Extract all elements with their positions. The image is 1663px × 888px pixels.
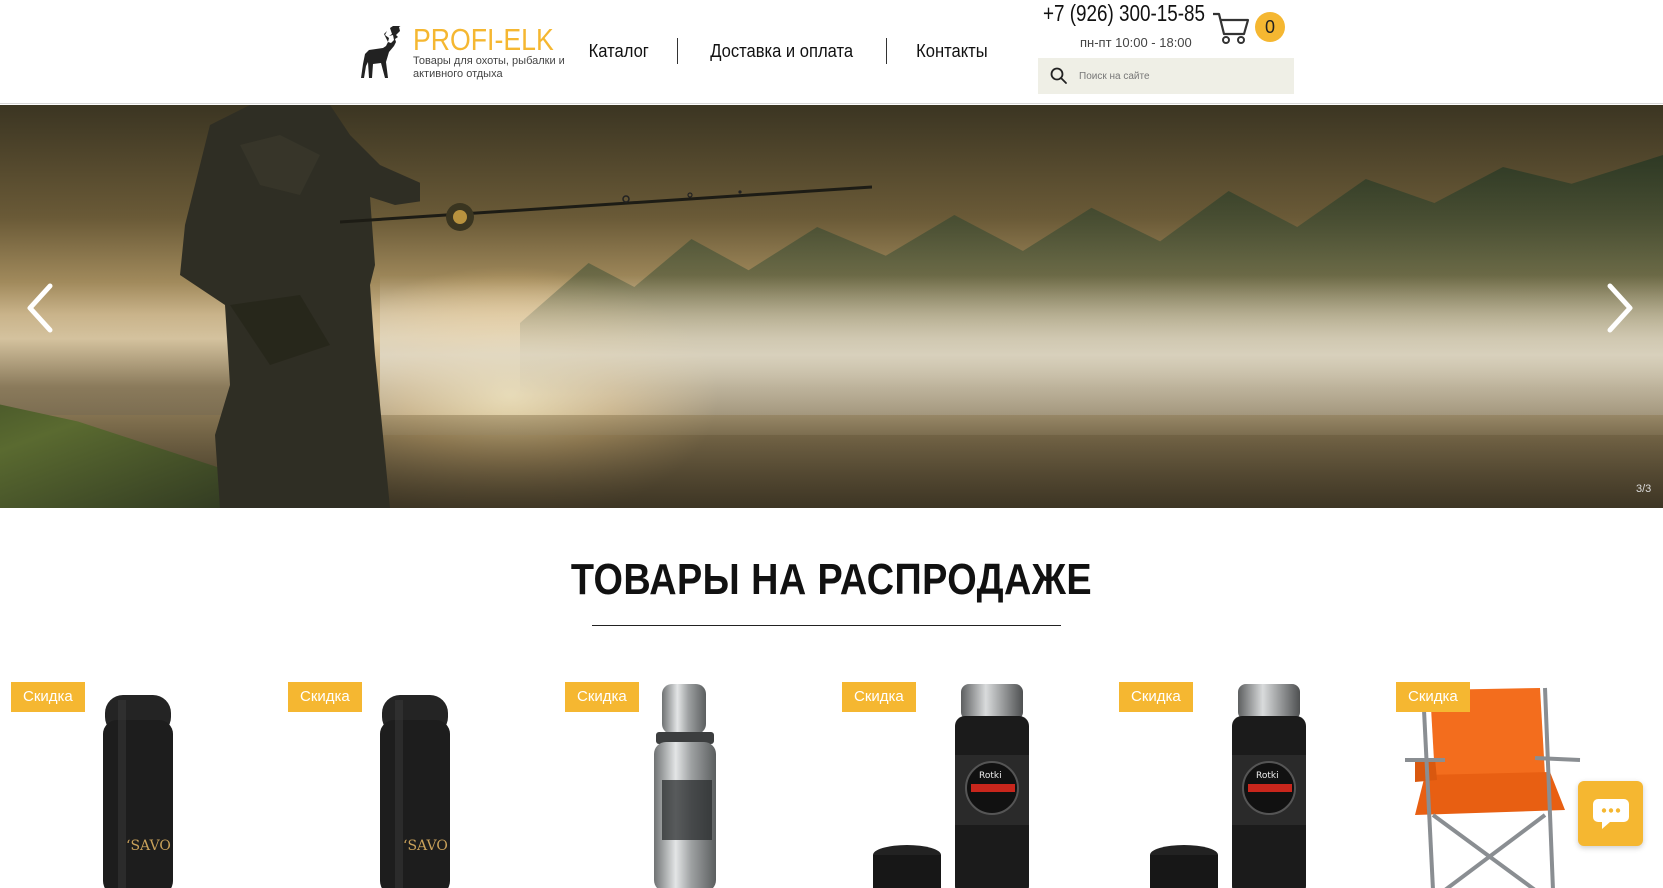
slide-counter: 3/3 [1636, 483, 1652, 495]
svg-text:Rotki: Rotki [1256, 771, 1279, 781]
chat-icon [1593, 799, 1629, 829]
slideshow-next-arrow[interactable] [1602, 280, 1638, 336]
cart-icon [1213, 12, 1250, 44]
nav-item-catalog[interactable]: Каталог [565, 41, 673, 62]
brand-tagline: Товары для охоты, рыбалки и активного от… [413, 55, 565, 80]
sale-products-gallery: Скидка ‘SAVO Скидка ‘SAVO Скидка Скидка … [0, 680, 1663, 888]
nav-divider [885, 38, 887, 64]
fishing-rod [340, 185, 872, 231]
fisherman-silhouette [180, 105, 420, 508]
product-card[interactable]: Скидка Rotki [831, 680, 1101, 888]
cart-button[interactable]: 0 [1211, 10, 1289, 46]
sale-badge: Скидка [565, 682, 639, 712]
svg-text:Rotki: Rotki [979, 771, 1002, 781]
sale-badge: Скидка [11, 682, 85, 712]
sale-section-title: ТОВАРЫ НА РАСПРОДАЖЕ [570, 555, 1093, 604]
search-icon [1050, 67, 1067, 84]
phone-number[interactable]: +7 (926) 300-15-85 [1043, 0, 1205, 27]
svg-text:‘SAVO: ‘SAVO [126, 838, 171, 854]
svg-text:‘SAVO: ‘SAVO [403, 838, 448, 854]
product-card[interactable]: Скидка ‘SAVO [277, 680, 547, 888]
product-card[interactable]: Скидка [554, 680, 824, 888]
product-card[interactable]: Скидка Rotki [1108, 680, 1378, 888]
nav-item-delivery[interactable]: Доставка и оплата [687, 41, 878, 62]
logo[interactable]: PROFI-ELK Товары для охоты, рыбалки и ак… [360, 22, 570, 82]
sale-badge: Скидка [842, 682, 916, 712]
hero-mist [380, 275, 1663, 435]
sale-badge: Скидка [1396, 682, 1470, 712]
nav-item-contacts[interactable]: Контакты [892, 41, 1011, 62]
working-hours: пн-пт 10:00 - 18:00 [1080, 35, 1192, 50]
main-nav: Каталог Доставка и оплата Контакты [560, 36, 1016, 66]
deer-logo-icon [361, 26, 401, 78]
search-bar[interactable] [1038, 58, 1294, 94]
brand-name: PROFI-ELK [413, 22, 554, 57]
hero-slideshow: 3/3 [0, 105, 1663, 508]
nav-divider [677, 38, 679, 64]
title-divider [592, 625, 1061, 626]
cart-count-badge: 0 [1255, 12, 1285, 42]
chat-button[interactable] [1578, 781, 1643, 846]
sale-badge: Скидка [1119, 682, 1193, 712]
site-header: PROFI-ELK Товары для охоты, рыбалки и ак… [0, 0, 1663, 104]
product-card[interactable]: Скидка ‘SAVO [0, 680, 270, 888]
slideshow-prev-arrow[interactable] [22, 280, 58, 336]
sale-badge: Скидка [288, 682, 362, 712]
search-input[interactable] [1079, 70, 1279, 82]
